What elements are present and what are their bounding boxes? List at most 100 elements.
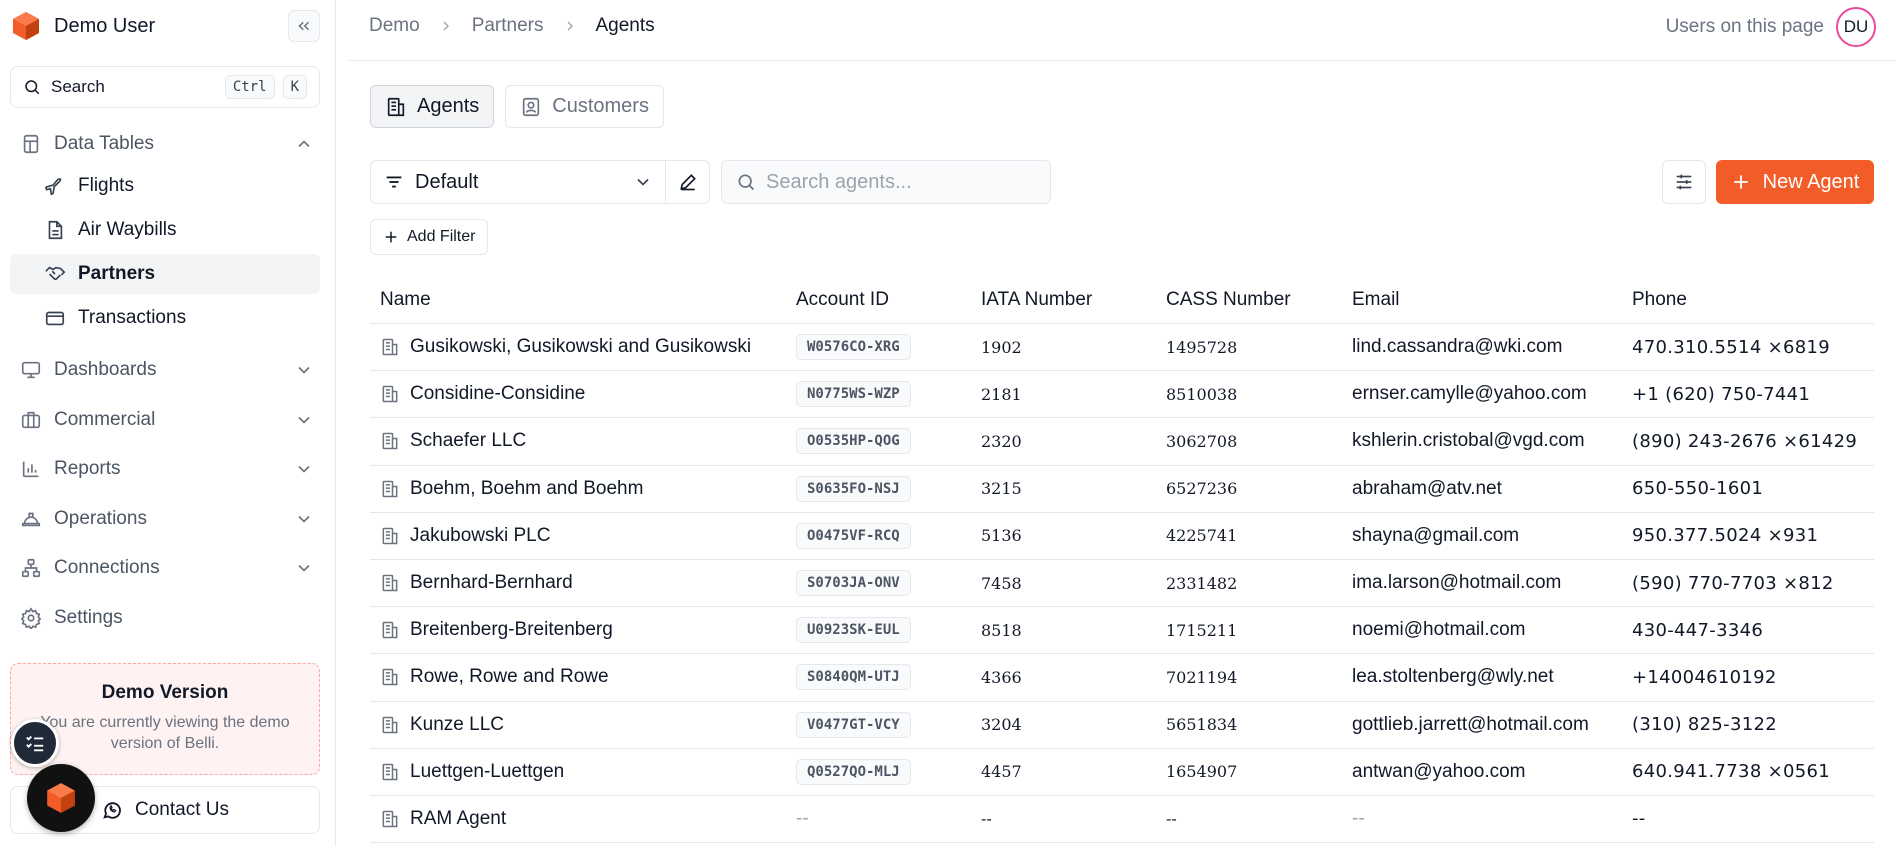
table-row[interactable]: Bernhard-Bernhard S0703JA-ONV 7458 2331482 i…	[370, 560, 1874, 608]
sidebar-item-transactions[interactable]: Transactions	[10, 298, 320, 338]
add-filter-label: Add Filter	[407, 228, 476, 245]
avatar[interactable]: DU	[1836, 7, 1876, 47]
cell-cass: 5651834	[1166, 715, 1238, 735]
table-settings-button[interactable]	[1662, 160, 1706, 204]
building-icon	[382, 338, 398, 356]
cell-account-id: W0576CO-XRG	[788, 334, 973, 361]
nav-connections[interactable]: Connections	[10, 548, 320, 588]
cell-name: Gusikowski, Gusikowski and Gusikowski	[370, 336, 788, 358]
cell-phone: --	[1632, 808, 1646, 830]
nav-data-tables-label: Data Tables	[54, 133, 154, 154]
sidebar-item-flights[interactable]: Flights	[10, 166, 320, 206]
sidebar-item-air-waybills[interactable]: Air Waybills	[10, 210, 320, 250]
breadcrumb-agents: Agents	[595, 15, 655, 36]
table-row[interactable]: Jakubowski PLC O0475VF-RCQ 5136 4225741 shay…	[370, 513, 1874, 560]
cell-iata: 2320	[981, 431, 1022, 451]
column-header-email[interactable]: Email	[1344, 289, 1624, 311]
sidebar-item-label: Air Waybills	[78, 219, 177, 240]
plus-icon	[385, 231, 397, 243]
column-header-phone[interactable]: Phone	[1624, 289, 1874, 311]
nav-reports-label: Reports	[54, 458, 121, 479]
table-row[interactable]: Considine-Considine N0775WS-WZP 2181 851003…	[370, 371, 1874, 419]
sidebar-item-label: Partners	[78, 263, 156, 284]
breadcrumb-partners[interactable]: Partners	[472, 15, 544, 37]
table-row[interactable]: Gusikowski, Gusikowski and Gusikowski W05…	[370, 324, 1874, 372]
agent-name: Schaefer LLC	[410, 430, 527, 452]
sidebar-item-label: Transactions	[78, 307, 187, 328]
chevrons-left-icon	[298, 21, 310, 31]
nav-dashboards-label: Dashboards	[54, 359, 157, 380]
edit-view-button[interactable]	[665, 160, 710, 204]
plane-icon	[44, 178, 62, 196]
building-icon	[382, 763, 398, 781]
tab-agents-label: Agents	[417, 95, 480, 117]
account-id: S0635FO-NSJ	[796, 475, 911, 502]
monitor-icon	[21, 361, 41, 379]
logo-cube-icon	[47, 783, 75, 813]
view-select[interactable]: Default	[370, 160, 666, 204]
chevron-down-icon	[298, 416, 310, 424]
building-icon	[382, 386, 398, 403]
view-select-value: Default	[415, 170, 479, 193]
account-id: O0475VF-RCQ	[796, 522, 911, 549]
assistant-launcher-button[interactable]	[27, 764, 95, 832]
task-list-fab[interactable]	[11, 719, 59, 767]
global-search-button[interactable]: Search Ctrl K	[10, 66, 320, 108]
cell-account-id: O0475VF-RCQ	[788, 522, 973, 549]
cell-iata: --	[981, 809, 992, 829]
cell-cass: 7021194	[1166, 667, 1238, 687]
cell-cass: 1654907	[1166, 762, 1238, 782]
new-agent-button[interactable]: New Agent	[1716, 160, 1874, 204]
table-row[interactable]: Kunze LLC V0477GT-VCY 3204 5651834 gottlieb.…	[370, 702, 1874, 749]
nav-commercial[interactable]: Commercial	[10, 400, 320, 440]
cell-cass: 2331482	[1166, 573, 1238, 593]
cell-phone: (310) 825-3122	[1632, 714, 1777, 736]
tab-customers-label: Customers	[552, 95, 649, 117]
tab-agents[interactable]: Agents	[370, 85, 495, 128]
nav-settings[interactable]: Settings	[10, 598, 320, 638]
search-icon	[738, 174, 755, 191]
plus-icon	[1733, 175, 1748, 189]
table-row[interactable]: Luettgen-Luettgen Q0527QO-MLJ 4457 1654907 a…	[370, 749, 1874, 796]
nav-operations[interactable]: Operations	[10, 499, 320, 539]
column-header-iata[interactable]: IATA Number	[973, 289, 1158, 311]
cell-iata: 3204	[981, 715, 1022, 735]
agent-name: Kunze LLC	[410, 713, 505, 735]
cell-name: RAM Agent	[370, 808, 788, 830]
new-agent-label: New Agent	[1762, 170, 1860, 193]
shortcut-ctrl: Ctrl	[224, 75, 275, 99]
agent-name: Jakubowski PLC	[410, 524, 551, 546]
tab-customers[interactable]: Customers	[505, 85, 664, 128]
cell-email: lind.cassandra@wki.com	[1352, 336, 1563, 358]
nav-connections-label: Connections	[54, 557, 160, 578]
workspace-header[interactable]: Demo User	[10, 8, 320, 44]
table-row[interactable]: Boehm, Boehm and Boehm S0635FO-NSJ 3215 652…	[370, 466, 1874, 513]
nav-dashboards[interactable]: Dashboards	[10, 350, 320, 390]
table-header: Name Account ID IATA Number CASS Number …	[370, 276, 1874, 324]
nav-data-tables[interactable]: Data Tables	[10, 124, 320, 164]
cell-iata: 2181	[981, 384, 1022, 404]
table-row[interactable]: Schaefer LLC O0535HP-QOG 2320 3062708 kshler…	[370, 418, 1874, 466]
column-header-name[interactable]: Name	[370, 289, 788, 311]
document-icon	[48, 220, 63, 240]
nav-reports[interactable]: Reports	[10, 449, 320, 489]
collapse-sidebar-button[interactable]	[288, 10, 320, 42]
pencil-icon	[679, 174, 696, 191]
column-header-account-id[interactable]: Account ID	[788, 289, 973, 311]
sidebar-item-partners[interactable]: Partners	[10, 254, 320, 294]
cell-email: ernser.camylle@yahoo.com	[1352, 383, 1587, 405]
table-row[interactable]: RAM Agent -- -- -- -- --	[370, 796, 1874, 844]
search-agents-input[interactable]	[766, 170, 1036, 194]
cell-cass: 8510038	[1166, 384, 1238, 404]
cell-name: Rowe, Rowe and Rowe	[370, 666, 788, 688]
column-header-cass[interactable]: CASS Number	[1158, 289, 1344, 311]
table-body: Gusikowski, Gusikowski and Gusikowski W05…	[370, 324, 1874, 844]
table-row[interactable]: Rowe, Rowe and Rowe S0840QM-UTJ 4366 702119…	[370, 654, 1874, 702]
cell-iata: 3215	[981, 479, 1022, 499]
table-row[interactable]: Breitenberg-Breitenberg U0923SK-EUL 8518 17…	[370, 607, 1874, 655]
cell-email: lea.stoltenberg@wly.net	[1352, 666, 1554, 688]
add-filter-button[interactable]: Add Filter	[370, 219, 489, 255]
cell-name: Jakubowski PLC	[370, 525, 788, 547]
cell-account-id: S0703JA-ONV	[788, 570, 973, 597]
breadcrumb-demo[interactable]: Demo	[369, 15, 420, 37]
